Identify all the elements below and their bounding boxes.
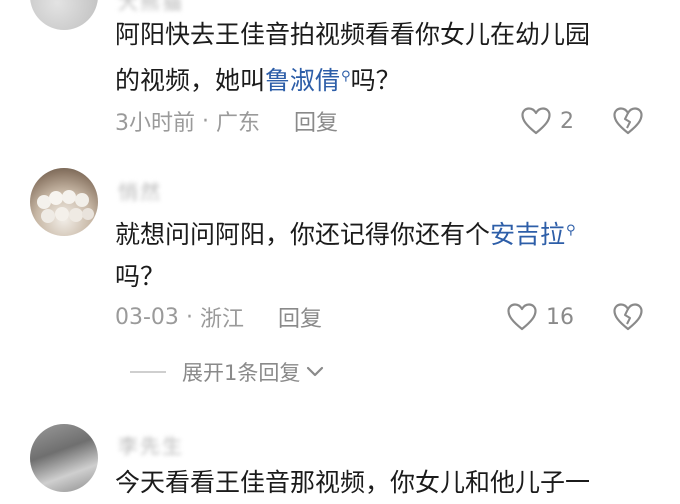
text-segment: 阿阳快去王佳音拍视频看看你女儿在幼儿园 xyxy=(115,20,591,49)
like-button[interactable]: 2 xyxy=(520,104,574,138)
comment-meta: 3小时前 · 广东 回复 xyxy=(115,105,338,137)
comment-line: 阿阳快去王佳音拍视频看看你女儿在幼儿园 xyxy=(115,14,660,56)
dislike-button[interactable] xyxy=(612,302,644,336)
text-segment: 吗？ xyxy=(350,66,401,95)
comment-line: 的视频，她叫鲁淑倩⚲吗？ xyxy=(115,56,660,102)
comment-text: 阿阳快去王佳音拍视频看看你女儿在幼儿园 的视频，她叫鲁淑倩⚲吗？ xyxy=(115,14,660,102)
comment-location: 广东 xyxy=(216,111,261,136)
comment-username[interactable]: 大熊猫 xyxy=(118,0,184,15)
meta-separator: · xyxy=(202,108,209,134)
mention-link[interactable]: 安吉拉 xyxy=(490,220,565,249)
avatar-image xyxy=(37,190,94,223)
avatar[interactable] xyxy=(30,0,98,30)
like-button[interactable]: 16 xyxy=(506,300,574,334)
comment-username[interactable]: 悄然 xyxy=(118,176,162,205)
expand-replies-label: 展开1条回复 xyxy=(182,361,301,385)
avatar[interactable] xyxy=(30,168,98,236)
comment-line: 吗？ xyxy=(115,256,660,298)
reply-button[interactable]: 回复 xyxy=(278,301,322,333)
comment-username[interactable]: 李先生 xyxy=(118,430,184,459)
dislike-button[interactable] xyxy=(612,106,644,140)
heart-outline-icon xyxy=(520,106,552,136)
search-icon: ⚲ xyxy=(341,69,351,84)
comment-text: 今天看看王佳音那视频，你女儿和他儿子一 xyxy=(115,462,660,504)
expand-divider xyxy=(130,371,166,373)
comment-time: 03-03 xyxy=(115,304,179,330)
like-count: 16 xyxy=(546,304,574,330)
meta-separator: · xyxy=(185,304,193,330)
mention-link[interactable]: 鲁淑倩 xyxy=(265,66,340,95)
comment-time: 3小时前 xyxy=(115,111,195,136)
like-count: 2 xyxy=(560,108,574,134)
comment-text: 就想问问阿阳，你还记得你还有个安吉拉⚲ 吗？ xyxy=(115,210,660,298)
broken-heart-icon xyxy=(612,303,644,336)
search-icon: ⚲ xyxy=(566,223,576,238)
chevron-down-icon xyxy=(306,366,324,378)
comment-meta: 03-03 · 浙江 回复 xyxy=(115,301,322,333)
comment-line: 今天看看王佳音那视频，你女儿和他儿子一 xyxy=(115,462,660,504)
broken-heart-icon xyxy=(612,107,644,140)
text-segment: 吗？ xyxy=(115,262,166,291)
avatar[interactable] xyxy=(30,424,98,492)
text-segment: 就想问问阿阳，你还记得你还有个 xyxy=(115,220,491,249)
comment-line: 就想问问阿阳，你还记得你还有个安吉拉⚲ xyxy=(115,210,660,256)
comment-location: 浙江 xyxy=(199,307,244,332)
reply-button[interactable]: 回复 xyxy=(294,105,338,137)
text-segment: 今天看看王佳音那视频，你女儿和他儿子一 xyxy=(115,468,591,497)
text-segment: 的视频，她叫 xyxy=(115,66,266,95)
expand-replies-button[interactable]: 展开1条回复 xyxy=(130,356,324,388)
heart-outline-icon xyxy=(506,302,538,332)
